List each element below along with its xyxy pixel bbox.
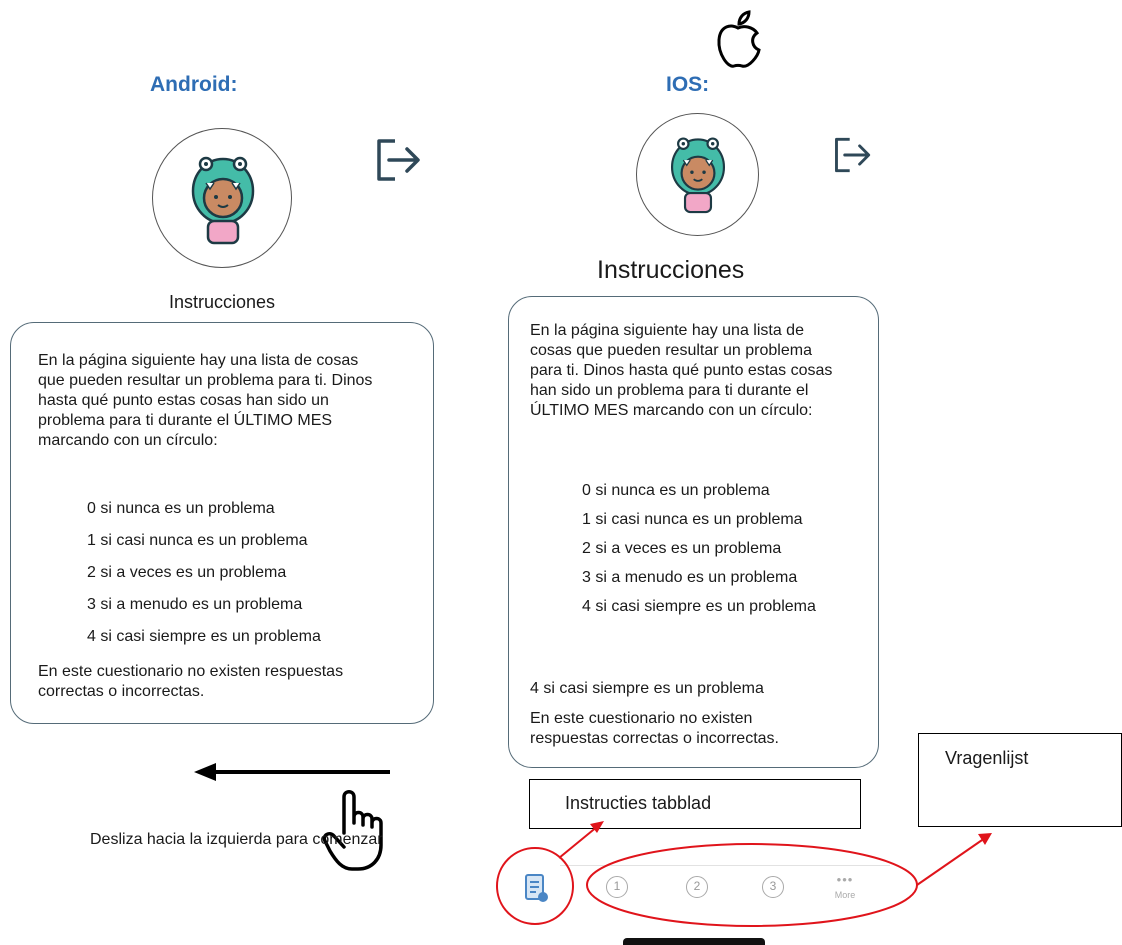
instructions-arrow [558, 825, 599, 859]
red-annotations [496, 821, 992, 927]
instructions-tab-highlight [496, 847, 574, 925]
questionnaire-arrow [916, 837, 986, 886]
questionnaire-tabs-highlight [586, 843, 918, 927]
